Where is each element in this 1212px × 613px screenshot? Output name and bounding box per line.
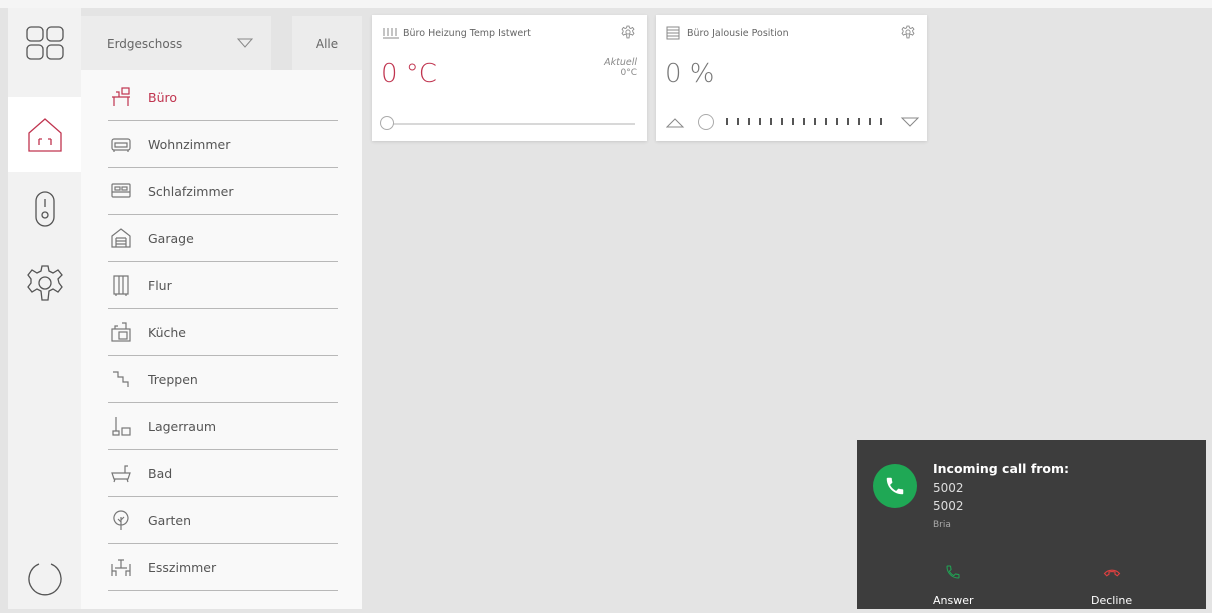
broom-icon	[110, 415, 132, 437]
gear-icon	[26, 265, 63, 301]
temperature-slider-track[interactable]	[388, 123, 635, 125]
refresh-icon	[27, 563, 62, 596]
room-item-garten[interactable]: Garten	[108, 497, 338, 544]
rooms-button[interactable]	[8, 97, 81, 172]
caller-name: 5002	[933, 499, 964, 513]
decline-button[interactable]: Decline	[1091, 564, 1211, 609]
bed-icon	[110, 180, 132, 202]
gear-icon[interactable]	[901, 25, 915, 39]
answer-button[interactable]: Answer	[933, 564, 1053, 609]
room-item-bad[interactable]: Bad	[108, 450, 338, 497]
phone-icon	[873, 464, 917, 508]
room-item-garage[interactable]: Garage	[108, 215, 338, 262]
temperature-slider-handle[interactable]	[380, 116, 394, 130]
room-label: Garten	[148, 512, 191, 528]
desk-icon	[110, 86, 132, 108]
sofa-icon	[110, 133, 132, 155]
room-label: Lagerraum	[148, 418, 217, 434]
answer-label: Answer	[933, 594, 974, 607]
room-label: Esszimmer	[148, 559, 217, 575]
wardrobe-icon	[110, 274, 132, 296]
top-strip	[0, 0, 1212, 8]
room-label: Wohnzimmer	[148, 136, 231, 152]
blind-icon	[666, 26, 680, 40]
room-item-treppen[interactable]: Treppen	[108, 356, 338, 403]
devices-button[interactable]	[8, 174, 81, 244]
room-item-esszimmer[interactable]: Esszimmer	[108, 544, 338, 591]
floor-selected-label: Erdgeschoss	[107, 37, 183, 51]
room-item-lagerraum[interactable]: Lagerraum	[108, 403, 338, 450]
floor-bar: Erdgeschoss Alle	[81, 8, 362, 72]
position-value: 0 %	[665, 59, 715, 89]
room-list: Büro Wohnzimmer Schlafzimmer Garage Flur…	[81, 70, 362, 609]
chevron-down-icon	[237, 38, 253, 48]
all-button[interactable]: Alle	[292, 16, 362, 72]
tree-icon	[110, 509, 132, 531]
room-label: Bad	[148, 465, 173, 481]
blind-widget[interactable]: Büro Jalousie Position 0 %	[656, 15, 927, 141]
bathtub-icon	[110, 462, 132, 484]
temperature-value: 0 °C	[381, 59, 437, 89]
room-label: Flur	[148, 277, 172, 293]
blind-up-icon	[666, 118, 685, 128]
blind-position-control[interactable]	[666, 112, 921, 132]
widget-title: Büro Jalousie Position	[687, 28, 789, 39]
room-item-flur[interactable]: Flur	[108, 262, 338, 309]
actual-value: 0°C	[620, 68, 637, 78]
stairs-icon	[110, 368, 132, 390]
dining-icon	[110, 556, 132, 578]
actual-readout: Aktuell 0°C	[604, 57, 637, 78]
incoming-call-popup[interactable]: Incoming call from: 5002 5002 Bria Answe…	[857, 440, 1206, 609]
actual-label: Aktuell	[604, 57, 637, 68]
answer-phone-icon	[946, 565, 960, 579]
room-item-wohnzimmer[interactable]: Wohnzimmer	[108, 121, 338, 168]
caller-number: 5002	[933, 481, 964, 495]
garage-icon	[110, 227, 132, 249]
call-app-name: Bria	[933, 520, 951, 530]
room-label: Treppen	[148, 371, 198, 387]
decline-phone-icon	[1103, 569, 1121, 577]
heating-widget[interactable]: Büro Heizung Temp Istwert 0 °C Aktuell 0…	[372, 15, 647, 141]
room-item-kueche[interactable]: Küche	[108, 309, 338, 356]
grid-icon	[25, 26, 64, 60]
room-label: Küche	[148, 324, 186, 340]
refresh-button[interactable]	[8, 543, 81, 613]
blind-position-handle	[698, 114, 714, 130]
blind-down-icon	[900, 117, 920, 127]
radiator-icon	[383, 28, 399, 39]
decline-label: Decline	[1091, 594, 1133, 607]
room-label: Schlafzimmer	[148, 183, 234, 199]
floor-dropdown[interactable]: Erdgeschoss	[81, 16, 271, 72]
room-label: Büro	[148, 89, 178, 105]
room-item-schlafzimmer[interactable]: Schlafzimmer	[108, 168, 338, 215]
settings-button[interactable]	[8, 248, 81, 318]
nav-rail	[8, 8, 81, 609]
stove-icon	[110, 321, 132, 343]
room-label: Garage	[148, 230, 194, 246]
room-item-buero[interactable]: Büro	[108, 74, 338, 121]
call-title: Incoming call from:	[933, 461, 1070, 476]
dashboard-button[interactable]	[8, 8, 81, 78]
switch-icon	[34, 191, 55, 227]
house-icon	[27, 117, 62, 152]
gear-icon[interactable]	[621, 25, 635, 39]
widget-title: Büro Heizung Temp Istwert	[403, 28, 531, 39]
